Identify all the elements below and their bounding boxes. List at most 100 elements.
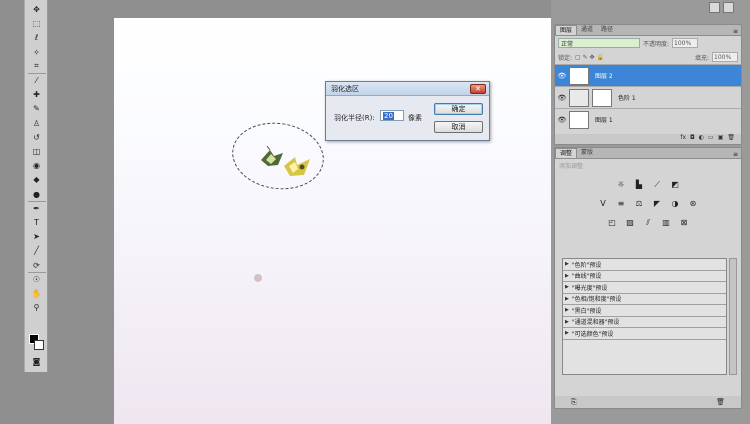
blur-tool-icon[interactable]: ◆ bbox=[29, 174, 44, 185]
tab-adjustments[interactable]: 调整 bbox=[555, 148, 578, 158]
expand-triangle-icon[interactable]: ▶ bbox=[565, 319, 569, 325]
adjustment-icon[interactable]: ⚖ bbox=[633, 198, 645, 209]
dialog-titlebar[interactable]: 羽化选区 bbox=[326, 82, 489, 96]
document-canvas[interactable] bbox=[114, 18, 551, 424]
preset-item[interactable]: ▶ "通道混和器"预设 bbox=[563, 317, 726, 328]
layers-footer-icon[interactable]: ▭ bbox=[708, 134, 714, 144]
layers-footer-icon[interactable]: ▣ bbox=[718, 134, 724, 144]
preset-scrollbar[interactable] bbox=[729, 258, 737, 375]
pen-tool-icon[interactable]: ✒ bbox=[29, 203, 44, 214]
hand-tool-icon[interactable]: ✋ bbox=[29, 288, 44, 299]
expand-triangle-icon[interactable]: ▶ bbox=[565, 273, 569, 279]
adjustment-icon[interactable]: ⟋ bbox=[651, 179, 663, 190]
close-icon[interactable]: ✕ bbox=[470, 84, 486, 94]
layer-row[interactable]: 👁 图层 2 bbox=[555, 64, 741, 86]
expand-panel-icon[interactable] bbox=[723, 2, 734, 13]
type-tool-icon[interactable]: T bbox=[29, 217, 44, 228]
layer-row[interactable]: 👁 色阶 1 bbox=[555, 86, 741, 108]
clone-stamp-tool-icon[interactable]: ♙ bbox=[29, 118, 44, 129]
lock-icons[interactable]: ▢ ✎ ✥ 🔒 bbox=[575, 54, 604, 61]
adjustment-icon[interactable]: ▙ bbox=[633, 179, 645, 190]
panel-menu-icon[interactable]: ≡ bbox=[733, 151, 741, 158]
lasso-tool-icon[interactable]: ℓ bbox=[29, 32, 44, 43]
preset-item[interactable]: ▶ "色阶"预设 bbox=[563, 259, 726, 271]
adjustment-icon[interactable]: ⊠ bbox=[678, 217, 690, 228]
expand-triangle-icon[interactable]: ▶ bbox=[565, 261, 569, 267]
preset-label: "色阶"预设 bbox=[571, 261, 602, 269]
path-select-tool-icon[interactable]: ➤ bbox=[29, 231, 44, 242]
blend-mode-select[interactable]: 正常 bbox=[558, 38, 640, 48]
preset-item[interactable]: ▶ "黑白"预设 bbox=[563, 305, 726, 317]
trash-icon[interactable]: 🗑 bbox=[716, 398, 725, 406]
opacity-input[interactable]: 100% bbox=[672, 38, 699, 48]
marquee-tool-icon[interactable]: ⬚ bbox=[29, 18, 44, 29]
layer-thumbnail bbox=[569, 110, 589, 129]
preset-item[interactable]: ▶ "色相/饱和度"预设 bbox=[563, 294, 726, 305]
adjustment-icon[interactable]: ◩ bbox=[669, 179, 681, 190]
preset-label: "可选颜色"预设 bbox=[571, 330, 614, 338]
expand-triangle-icon[interactable]: ▶ bbox=[565, 307, 569, 313]
layer-thumbnail bbox=[569, 66, 589, 85]
adjustment-icon[interactable]: ▥ bbox=[660, 217, 672, 228]
dust-spot bbox=[254, 274, 262, 282]
tools-panel: ✥ ⬚ ℓ ✧ ⌗ ⁄ ✚ ✎ ♙ ↺ ◫ ◉ ◆ ● ✒ T ➤ ╱ ⟳ ☉ ✋ ⚲ ◙ bbox=[24, 0, 48, 372]
layers-footer-icon[interactable]: ◐ bbox=[699, 134, 704, 144]
paint-bucket-tool-icon[interactable]: ◉ bbox=[29, 160, 44, 171]
opacity-label: 不透明度: bbox=[643, 40, 670, 48]
adjustment-icon[interactable]: ▨ bbox=[624, 217, 636, 228]
adjustment-icon[interactable]: ≡ bbox=[615, 198, 627, 209]
panel-menu-icon[interactable]: ≡ bbox=[733, 28, 741, 35]
adjustment-icon-row: V ≡ ⚖ ◤ ◑ ⊛ bbox=[555, 198, 741, 209]
move-tool-icon[interactable]: ✥ bbox=[29, 4, 44, 15]
cancel-button[interactable]: 取消 bbox=[434, 121, 483, 133]
adjustment-icon[interactable]: V bbox=[597, 198, 609, 209]
fill-input[interactable]: 100% bbox=[712, 52, 738, 62]
visibility-eye-icon[interactable]: 👁 bbox=[555, 116, 569, 124]
feather-radius-input[interactable]: 20 bbox=[380, 110, 404, 121]
preset-item[interactable]: ▶ "曝光度"预设 bbox=[563, 282, 726, 294]
tab-layers[interactable]: 图层 bbox=[555, 25, 578, 35]
eraser-tool-icon[interactable]: ◫ bbox=[29, 146, 44, 157]
3d-orbit-tool-icon[interactable]: ☉ bbox=[29, 274, 44, 285]
ok-button[interactable]: 确定 bbox=[434, 103, 483, 115]
adjustment-icon[interactable]: ◑ bbox=[669, 198, 681, 209]
adjustment-icon[interactable]: ☼ bbox=[615, 179, 627, 190]
lock-row: 锁定: ▢ ✎ ✥ 🔒 填充: 100% bbox=[555, 50, 741, 64]
dodge-tool-icon[interactable]: ● bbox=[29, 189, 44, 200]
expand-triangle-icon[interactable]: ▶ bbox=[565, 330, 569, 336]
preset-label: "黑白"预设 bbox=[571, 307, 602, 315]
adjustment-icons: ☼ ▙ ⟋ ◩ V ≡ ⚖ ◤ ◑ ⊛ ◰ ▨ ⫽ ▥ ⊠ bbox=[555, 179, 741, 228]
crop-tool-icon[interactable]: ⌗ bbox=[29, 61, 44, 72]
preset-item[interactable]: ▶ "曲线"预设 bbox=[563, 271, 726, 282]
history-brush-tool-icon[interactable]: ↺ bbox=[29, 132, 44, 143]
healing-brush-tool-icon[interactable]: ✚ bbox=[29, 89, 44, 100]
eyedropper-tool-icon[interactable]: ⁄ bbox=[29, 75, 44, 86]
minimize-panel-icon[interactable] bbox=[709, 2, 720, 13]
levels-adjustment-icon bbox=[569, 88, 589, 107]
3d-rotate-tool-icon[interactable]: ⟳ bbox=[29, 260, 44, 271]
adjustment-icon[interactable]: ⊛ bbox=[687, 198, 699, 209]
preset-label: "色相/饱和度"预设 bbox=[571, 296, 622, 304]
tab-channels[interactable]: 通道 bbox=[577, 25, 597, 35]
magic-wand-tool-icon[interactable]: ✧ bbox=[29, 47, 44, 58]
background-color-swatch[interactable] bbox=[34, 340, 44, 350]
adjustment-icon[interactable]: ⫽ bbox=[642, 217, 654, 228]
layer-row[interactable]: 👁 图层 1 bbox=[555, 108, 741, 130]
tab-masks[interactable]: 蒙版 bbox=[577, 148, 597, 158]
zoom-tool-icon[interactable]: ⚲ bbox=[29, 302, 44, 313]
layers-footer-icon[interactable]: ◘ bbox=[690, 134, 695, 144]
clip-icon[interactable]: ⎘ bbox=[571, 398, 577, 407]
preset-item[interactable]: ▶ "可选颜色"预设 bbox=[563, 328, 726, 340]
adjustment-icon[interactable]: ◰ bbox=[606, 217, 618, 228]
layers-footer-icon[interactable]: 🗑 bbox=[727, 134, 735, 144]
adjustment-icon[interactable]: ◤ bbox=[651, 198, 663, 209]
tab-paths[interactable]: 路径 bbox=[597, 25, 617, 35]
visibility-eye-icon[interactable]: 👁 bbox=[555, 94, 569, 102]
line-tool-icon[interactable]: ╱ bbox=[29, 245, 44, 256]
layers-footer-icon[interactable]: fx bbox=[680, 134, 686, 144]
visibility-eye-icon[interactable]: 👁 bbox=[555, 72, 569, 80]
expand-triangle-icon[interactable]: ▶ bbox=[565, 296, 569, 302]
expand-triangle-icon[interactable]: ▶ bbox=[565, 284, 569, 290]
quick-mask-icon[interactable]: ◙ bbox=[29, 356, 44, 367]
brush-tool-icon[interactable]: ✎ bbox=[29, 103, 44, 114]
